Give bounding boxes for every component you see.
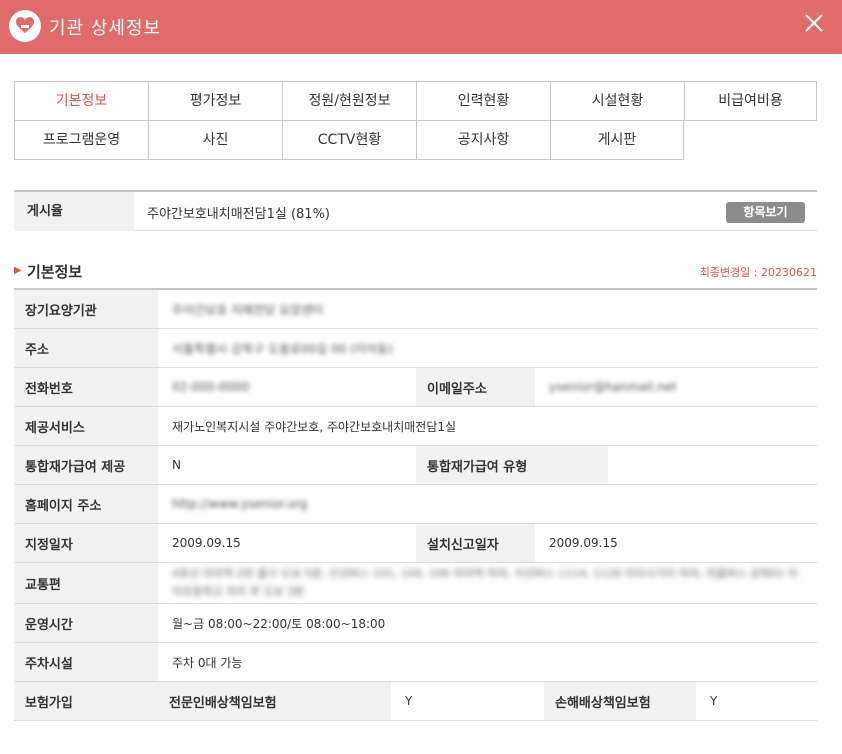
liability-insurance-label: 전문인배상책임보험 [158,682,391,720]
homepage-link[interactable]: http://www.ysenior.org [158,485,307,523]
email-value: ysenior@hanmail.net [549,380,677,394]
install-date-label: 설치신고일자 [416,524,535,562]
table-row: 장기요양기관 주야간보호 치매전담 요양센터 [14,290,817,329]
last-modified-date: 최종변경일 : 20230621 [699,266,817,279]
transport-value: 4호선 미아역 2번 출구 도보 5분, 간선버스 101, 104, 106 … [172,567,798,598]
table-row: 홈페이지 주소 http://www.ysenior.org [14,485,817,524]
damage-insurance-label: 손해배상책임보험 [544,682,696,720]
designation-date-value: 2009.09.15 [172,536,241,550]
phone-value: 02-000-0000 [172,380,250,394]
tab-programs[interactable]: 프로그램운영 [14,120,149,160]
hours-label: 운영시간 [14,604,158,642]
hours-value: 월~금 08:00~22:00/토 08:00~18:00 [172,616,386,631]
agency-label: 장기요양기관 [14,290,158,328]
posting-rate-row: 게시율 주야간보호내치매전담1실 (81%) 항목보기 [14,190,817,231]
agency-value: 주야간보호 치매전담 요양센터 [172,302,324,317]
parking-value: 주차 0대 가능 [172,655,243,670]
integrated-care-type-label: 통합재가급여 유형 [416,446,608,484]
transport-label: 교통편 [14,563,158,603]
parking-label: 주차시설 [14,643,158,681]
title-bar: 기관 상세정보 [0,0,842,54]
window-title: 기관 상세정보 [49,18,162,39]
liability-insurance-value: Y [405,694,413,708]
posting-rate-label: 게시율 [14,192,134,231]
phone-label: 전화번호 [14,368,158,406]
table-row: 지정일자 2009.09.15 설치신고일자 2009.09.15 [14,524,817,563]
integrated-care-label: 통합재가급여 제공 [14,446,158,484]
tab-non-covered-costs[interactable]: 비급여비용 [684,81,817,121]
view-items-button[interactable]: 항목보기 [726,202,805,223]
info-table: 장기요양기관 주야간보호 치매전담 요양센터 주소 서울특별시 강북구 도봉로0… [14,288,817,721]
table-row: 주차시설 주차 0대 가능 [14,643,817,682]
posting-rate-value: 주야간보호내치매전담1실 (81%) [147,207,331,222]
homepage-label: 홈페이지 주소 [14,485,158,523]
integrated-care-value: N [172,458,181,472]
table-row: 통합재가급여 제공 N 통합재가급여 유형 [14,446,817,485]
tab-capacity[interactable]: 정원/현원정보 [282,81,417,121]
insurance-label: 보험가입 [14,682,158,720]
heart-hand-icon [9,10,41,42]
tab-facilities[interactable]: 시설현황 [550,81,685,121]
designation-date-label: 지정일자 [14,524,158,562]
triangle-right-icon: ▶ [14,265,22,276]
tab-evaluation[interactable]: 평가정보 [148,81,283,121]
install-date-value: 2009.09.15 [549,536,618,550]
email-label: 이메일주소 [416,368,535,406]
address-value: 서울특별시 강북구 도봉로00길 00 (미아동) [172,341,393,356]
section-heading: ▶ 기본정보 최종변경일 : 20230621 [14,258,817,286]
service-value: 재가노인복지시설 주야간보호, 주야간보호내치매전담1실 [172,419,457,434]
service-label: 제공서비스 [14,407,158,445]
table-row: 전화번호 02-000-0000 이메일주소 ysenior@hanmail.n… [14,368,817,407]
tab-photos[interactable]: 사진 [148,120,283,160]
tab-board[interactable]: 게시판 [550,120,684,160]
table-row: 주소 서울특별시 강북구 도봉로00길 00 (미아동) [14,329,817,368]
damage-insurance-value: Y [710,694,718,708]
tab-staffing[interactable]: 인력현황 [416,81,551,121]
address-label: 주소 [14,329,158,367]
table-row: 교통편 4호선 미아역 2번 출구 도보 5분, 간선버스 101, 104, … [14,563,817,604]
tab-basic-info[interactable]: 기본정보 [14,81,149,121]
tab-notices[interactable]: 공지사항 [416,120,551,160]
table-row: 보험가입 전문인배상책임보험 Y 손해배상책임보험 Y [14,682,817,721]
table-row: 운영시간 월~금 08:00~22:00/토 08:00~18:00 [14,604,817,643]
table-row: 제공서비스 재가노인복지시설 주야간보호, 주야간보호내치매전담1실 [14,407,817,446]
tab-cctv[interactable]: CCTV현황 [282,120,417,160]
section-title: 기본정보 [27,263,83,281]
close-icon[interactable] [804,13,824,33]
